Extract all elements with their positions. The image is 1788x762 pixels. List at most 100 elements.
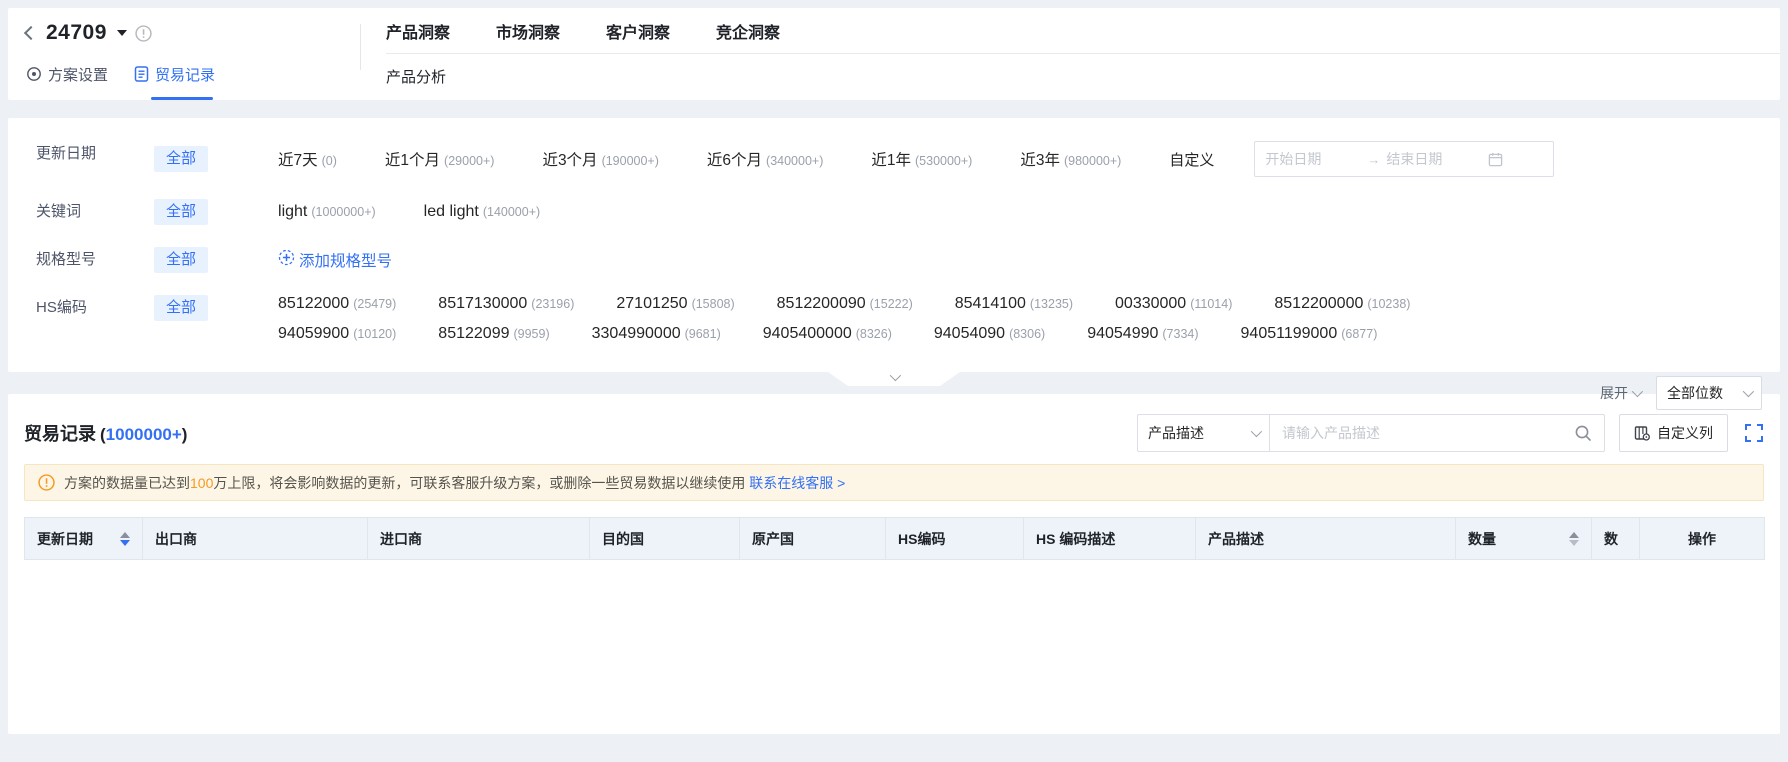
- collapse-filters-button[interactable]: [828, 372, 960, 386]
- option-count: (530000+): [915, 154, 973, 168]
- filter-option[interactable]: 94051199000 (6877): [1241, 325, 1378, 343]
- plan-id[interactable]: 24709: [46, 21, 107, 45]
- filter-all-chip[interactable]: 全部: [154, 199, 209, 225]
- filter-option[interactable]: 3304990000 (9681): [592, 325, 721, 343]
- records-count: 1000000+: [105, 425, 182, 444]
- subnav-product-analysis[interactable]: 产品分析: [386, 66, 446, 87]
- filter-option[interactable]: 近3个月 (190000+): [542, 148, 658, 170]
- caret-down-icon[interactable]: [116, 30, 127, 36]
- range-arrow-icon: →: [1367, 151, 1381, 167]
- expand-button[interactable]: 展开: [1600, 383, 1644, 403]
- filter-option[interactable]: 85122000 (25479): [278, 295, 396, 313]
- plus-dashed-icon: [278, 249, 295, 266]
- filter-option[interactable]: 94054990 (7334): [1087, 325, 1198, 343]
- column-header-0[interactable]: 更新日期: [24, 517, 143, 560]
- filter-option[interactable]: 27101250 (15808): [616, 295, 734, 313]
- filter-option[interactable]: 近1年 (530000+): [871, 148, 972, 170]
- option-count: (9959): [513, 327, 550, 341]
- column-label: 操作: [1688, 530, 1716, 547]
- trade-records-section: 贸易记录 (1000000+) 产品描述 请输入产品描述 自定义列 方案的数据量…: [8, 394, 1780, 734]
- tab-label: 方案设置: [48, 66, 109, 84]
- end-date-input[interactable]: [1386, 151, 1483, 167]
- filter-option[interactable]: 00330000 (11014): [1115, 295, 1232, 313]
- document-icon: [134, 66, 149, 82]
- tab-plan-settings[interactable]: 方案设置: [26, 64, 108, 85]
- option-count: (23196): [531, 297, 575, 311]
- column-label: 目的国: [602, 530, 644, 547]
- nav-item-1[interactable]: 市场洞察: [496, 19, 560, 43]
- date-range-picker[interactable]: →: [1254, 141, 1555, 177]
- back-icon[interactable]: [23, 25, 39, 41]
- custom-date-label[interactable]: 自定义: [1169, 149, 1214, 170]
- filter-option[interactable]: 近6个月 (340000+): [707, 148, 823, 170]
- option-count: (8306): [1009, 327, 1046, 341]
- filter-option[interactable]: 85122099 (9959): [438, 325, 549, 343]
- filter-option[interactable]: 近7天 (0): [278, 148, 337, 170]
- app-screen: 24709 方案设置 贸易记录 产品洞察 市场洞察 客户洞察 竞企洞察 产品分析…: [0, 0, 1788, 762]
- filter-option[interactable]: light (1000000+): [278, 203, 376, 221]
- option-count: (140000+): [482, 205, 541, 219]
- start-date-input[interactable]: [1265, 151, 1362, 167]
- nav-item-0[interactable]: 产品洞察: [386, 19, 450, 43]
- filter-all-chip[interactable]: 全部: [154, 247, 209, 273]
- nav-item-2[interactable]: 客户洞察: [606, 19, 670, 43]
- filter-option[interactable]: led light (140000+): [424, 203, 541, 221]
- add-spec-label: 添加规格型号: [299, 253, 393, 270]
- search-icon[interactable]: [1570, 424, 1604, 442]
- option-name: 近3年: [1020, 152, 1060, 169]
- customize-columns-button[interactable]: 自定义列: [1619, 414, 1728, 452]
- option-count: (8326): [855, 327, 892, 341]
- nav-item-3[interactable]: 竞企洞察: [716, 19, 780, 43]
- column-header-3: 目的国: [589, 517, 740, 560]
- tab-trade-records[interactable]: 贸易记录: [134, 64, 215, 85]
- column-label: HS编码: [898, 530, 946, 547]
- target-icon: [27, 67, 41, 81]
- search-field-value: 产品描述: [1148, 425, 1204, 441]
- filter-all-chip[interactable]: 全部: [154, 295, 209, 321]
- fullscreen-icon[interactable]: [1744, 423, 1764, 443]
- filter-all-chip[interactable]: 全部: [154, 146, 209, 172]
- digits-select[interactable]: 全部位数: [1656, 376, 1762, 410]
- contact-support-link[interactable]: 联系在线客服 >: [749, 475, 845, 491]
- option-name: 近1年: [871, 152, 911, 169]
- option-count: (15222): [869, 297, 913, 311]
- filter-option[interactable]: 94059900 (10120): [278, 325, 396, 343]
- filter-row-hs-code: HS编码 全部 85122000 (25479) 8517130000 (23196)…: [8, 284, 1780, 354]
- filter-option[interactable]: 85414100 (13235): [955, 295, 1073, 313]
- filter-option[interactable]: 8517130000 (23196): [438, 295, 574, 313]
- filter-option[interactable]: 近3年 (980000+): [1020, 148, 1121, 170]
- search-input[interactable]: [1270, 425, 1570, 441]
- add-spec-model-button[interactable]: 添加规格型号: [278, 249, 392, 271]
- chevron-down-icon: [1631, 385, 1644, 398]
- column-label: 原产国: [752, 530, 794, 547]
- filter-option[interactable]: 近1个月 (29000+): [385, 148, 495, 170]
- info-icon[interactable]: [135, 24, 152, 42]
- columns-gear-icon: [1634, 426, 1650, 441]
- customize-columns-label: 自定义列: [1657, 425, 1713, 441]
- digits-label: 全部位数: [1667, 385, 1723, 401]
- filter-option[interactable]: 8512200000 (10238): [1274, 295, 1410, 313]
- option-name: light: [278, 203, 308, 220]
- column-header-10: 操作: [1639, 517, 1765, 560]
- column-label: 出口商: [155, 530, 197, 547]
- option-count: (0): [321, 154, 337, 168]
- option-count: (190000+): [601, 154, 659, 168]
- filter-option[interactable]: 94054090 (8306): [934, 325, 1045, 343]
- column-header-8[interactable]: 数量: [1455, 517, 1592, 560]
- option-count: (15808): [691, 297, 735, 311]
- warning-highlight: 100: [190, 474, 214, 491]
- option-name: 9405400000: [762, 325, 852, 342]
- search-combo: 产品描述: [1137, 414, 1605, 452]
- filter-label: 更新日期: [36, 145, 97, 162]
- sort-caret-icons[interactable]: [120, 531, 130, 546]
- quota-warning-banner: 方案的数据量已达到100万上限，将会影响数据的更新，可联系客服升级方案，或删除一…: [24, 464, 1764, 501]
- option-count: (980000+): [1063, 154, 1122, 168]
- column-header-1: 出口商: [142, 517, 368, 560]
- filter-label: 关键词: [36, 203, 82, 220]
- search-field-select[interactable]: 产品描述: [1138, 415, 1270, 451]
- column-header-7: 产品描述: [1195, 517, 1456, 560]
- sort-caret-icons[interactable]: [1569, 531, 1579, 546]
- filter-option[interactable]: 8512200090 (15222): [777, 295, 913, 313]
- active-tab-indicator: [151, 97, 213, 100]
- filter-option[interactable]: 9405400000 (8326): [763, 325, 892, 343]
